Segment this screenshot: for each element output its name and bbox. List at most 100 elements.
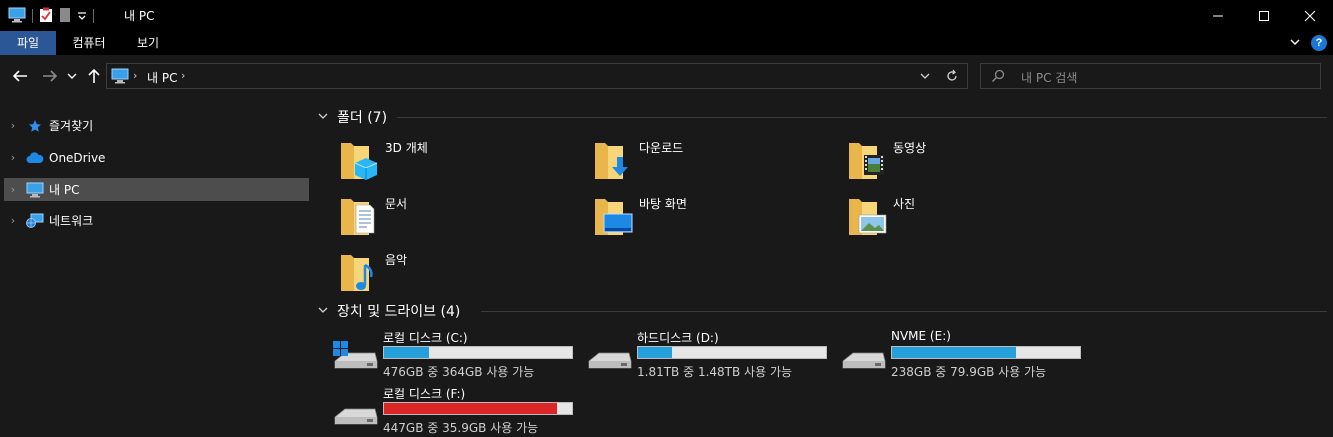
back-button[interactable] [10, 66, 30, 86]
folder-label: 문서 [385, 197, 408, 211]
arrow-left-icon [12, 70, 27, 82]
hard-drive-icon [334, 408, 378, 425]
sidebar-item-quick-access[interactable]: › 즐겨찾기 [4, 114, 309, 137]
chevron-down-icon[interactable] [317, 305, 331, 318]
tab-file[interactable]: 파일 [0, 31, 56, 55]
drive-item-d[interactable]: 하드디스크 (D:) 1.81TB 중 1.48TB 사용 가능 [587, 329, 837, 379]
folder-downloads-icon [595, 143, 628, 179]
window-title: 내 PC [124, 9, 155, 23]
title-bar: 내 PC [0, 0, 1333, 31]
up-button[interactable] [84, 66, 104, 86]
address-bar[interactable]: › 내 PC › [106, 63, 968, 89]
sidebar-item-onedrive[interactable]: › OneDrive [4, 146, 309, 169]
chevron-down-icon [1290, 39, 1300, 45]
quick-access-toolbar [8, 7, 94, 25]
computer-icon[interactable] [8, 7, 26, 26]
chevron-down-icon[interactable] [77, 9, 87, 23]
ribbon-tabs: 파일 컴퓨터 보기 ? [0, 31, 1333, 55]
navigation-bar: › 내 PC › 내 PC 검색 [0, 55, 1333, 97]
chevron-right-icon[interactable]: › [6, 214, 20, 227]
recent-locations-button[interactable] [64, 66, 80, 86]
chevron-right-icon[interactable]: › [6, 119, 20, 132]
search-box[interactable]: 내 PC 검색 [980, 63, 1321, 89]
folder-3d-objects-icon [341, 143, 378, 180]
refresh-button[interactable] [945, 69, 959, 86]
close-icon [1304, 10, 1316, 21]
search-icon [991, 69, 1005, 86]
hard-drive-icon [588, 352, 632, 369]
drive-usage-fill [638, 347, 672, 358]
folder-videos-icon [849, 143, 884, 179]
folder-item-desktop[interactable]: 바탕 화면 [593, 195, 833, 243]
search-input[interactable]: 내 PC 검색 [1021, 69, 1077, 86]
forward-button[interactable] [40, 66, 60, 86]
sidebar-item-label: OneDrive [49, 150, 106, 165]
arrow-right-icon [43, 70, 58, 82]
drive-usage-bar [383, 402, 573, 415]
address-divider [966, 64, 967, 88]
maximize-icon [1259, 10, 1269, 21]
drive-name: 하드디스크 (D:) [637, 331, 719, 345]
content-pane: 폴더 (7) 3D 개체 다운로드 동영상 문서 바탕 화면 사진 음악 장치 … [311, 97, 1333, 437]
tab-computer[interactable]: 컴퓨터 [58, 31, 120, 55]
folders-group-title: 폴더 (7) [337, 110, 388, 126]
address-path[interactable]: 내 PC [147, 69, 177, 86]
chevron-right-icon[interactable]: › [6, 151, 20, 164]
folder-item-documents[interactable]: 문서 [339, 195, 579, 243]
tab-view[interactable]: 보기 [122, 31, 174, 55]
folder-music-icon [341, 255, 373, 291]
close-button[interactable] [1287, 0, 1333, 31]
chevron-down-icon [67, 73, 77, 79]
computer-icon [26, 182, 44, 198]
drive-usage-bar [891, 346, 1081, 359]
drive-space-info: 1.81TB 중 1.48TB 사용 가능 [637, 365, 793, 379]
ribbon-right-controls: ? [1289, 35, 1327, 51]
network-icon [26, 213, 44, 229]
group-divider [481, 311, 1327, 312]
drives-group-header[interactable]: 장치 및 드라이브 (4) [317, 301, 460, 321]
sidebar-item-this-pc[interactable]: › 내 PC [4, 178, 309, 201]
drive-name: NVME (E:) [891, 329, 951, 343]
drive-item-e[interactable]: NVME (E:) 238GB 중 79.9GB 사용 가능 [841, 329, 1091, 379]
drive-space-info: 476GB 중 364GB 사용 가능 [383, 365, 535, 379]
folder-label: 사진 [893, 197, 916, 211]
help-icon[interactable]: ? [1311, 35, 1327, 51]
folder-label: 음악 [385, 253, 408, 267]
chevron-right-icon[interactable]: › [6, 183, 20, 196]
chevron-right-icon[interactable]: › [181, 69, 185, 82]
drive-usage-fill [384, 347, 429, 358]
expand-ribbon-button[interactable] [1289, 36, 1301, 51]
toolbar-divider [32, 9, 33, 23]
folder-item-videos[interactable]: 동영상 [847, 139, 1087, 187]
maximize-button[interactable] [1241, 0, 1287, 31]
navigation-pane: › 즐겨찾기 › OneDrive › 내 PC › 네트워크 [0, 97, 311, 437]
chevron-right-icon: › [133, 69, 138, 82]
folder-desktop-icon [595, 199, 633, 235]
folder-pictures-icon [849, 199, 887, 235]
properties-icon[interactable] [39, 7, 53, 26]
sidebar-item-label: 네트워크 [49, 214, 94, 228]
minimize-icon [1213, 15, 1223, 16]
cloud-icon [26, 150, 44, 166]
drive-name: 로컬 디스크 (C:) [383, 331, 468, 345]
chevron-down-icon[interactable] [317, 111, 331, 124]
folders-group-header[interactable]: 폴더 (7) [317, 107, 387, 127]
drive-item-f[interactable]: 로컬 디스크 (F:) 447GB 중 35.9GB 사용 가능 [333, 385, 583, 435]
drive-usage-fill [892, 347, 1016, 358]
folder-item-pictures[interactable]: 사진 [847, 195, 1087, 243]
toolbar-divider [93, 9, 94, 23]
drives-group-title: 장치 및 드라이브 (4) [337, 304, 461, 320]
address-history-button[interactable] [919, 70, 931, 85]
sidebar-item-network[interactable]: › 네트워크 [4, 209, 309, 232]
arrow-up-icon [88, 68, 100, 83]
minimize-button[interactable] [1195, 0, 1241, 31]
folder-item-downloads[interactable]: 다운로드 [593, 139, 833, 187]
star-icon [26, 118, 44, 134]
computer-icon [111, 68, 129, 87]
folder-item-3d-objects[interactable]: 3D 개체 [339, 139, 579, 187]
drive-item-c[interactable]: 로컬 디스크 (C:) 476GB 중 364GB 사용 가능 [333, 329, 583, 379]
new-folder-icon[interactable] [59, 7, 71, 26]
windows-drive-icon [333, 341, 378, 369]
folder-label: 3D 개체 [385, 141, 428, 155]
folder-item-music[interactable]: 음악 [339, 251, 579, 299]
